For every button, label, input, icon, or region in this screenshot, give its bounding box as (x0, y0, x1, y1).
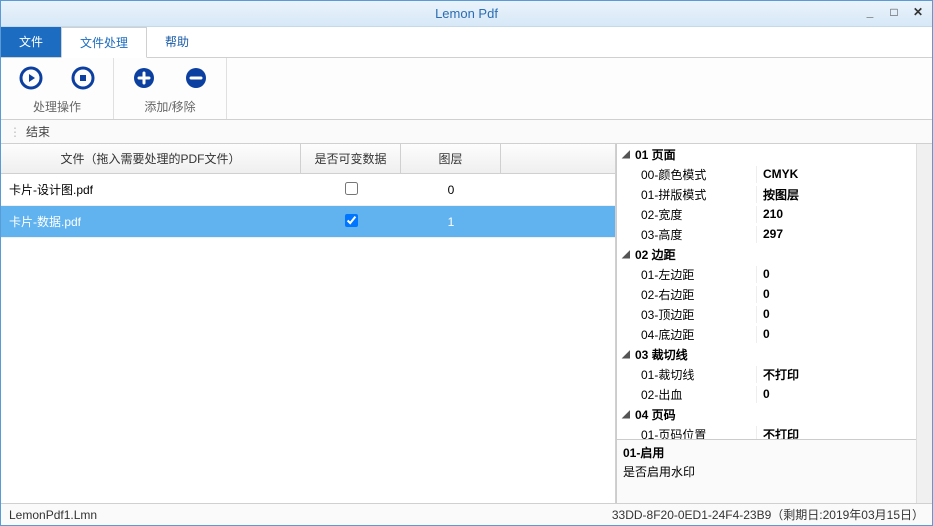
ribbon: 处理操作 添加/移除 (1, 58, 932, 120)
property-row[interactable]: 02-右边距0 (617, 284, 916, 304)
category-name: 03 裁切线 (635, 346, 688, 363)
property-value[interactable]: 0 (757, 287, 916, 301)
variable-checkbox[interactable] (345, 182, 358, 195)
property-row[interactable]: 03-顶边距0 (617, 304, 916, 324)
property-value[interactable]: CMYK (757, 167, 916, 181)
cell-variable (301, 182, 401, 198)
property-row[interactable]: 01-裁切线不打印 (617, 364, 916, 384)
category-name: 04 页码 (635, 406, 676, 423)
table-row[interactable]: 卡片-数据.pdf 1 (1, 206, 615, 238)
ribbon-label-addremove: 添加/移除 (130, 98, 210, 115)
property-row[interactable]: 04-底边距0 (617, 324, 916, 344)
tab-file-process[interactable]: 文件处理 (61, 27, 147, 58)
titlebar: Lemon Pdf _ □ ✕ (1, 1, 932, 27)
property-name: 02-宽度 (617, 206, 757, 223)
main-tabs: 文件 文件处理 帮助 (1, 27, 932, 58)
property-name: 04-底边距 (617, 326, 757, 343)
plus-icon (132, 66, 156, 90)
property-desc-text: 是否启用水印 (623, 463, 910, 480)
play-icon (19, 66, 43, 90)
property-row[interactable]: 01-页码位置不打印 (617, 424, 916, 439)
tab-help[interactable]: 帮助 (147, 27, 207, 57)
col-variable[interactable]: 是否可变数据 (301, 144, 401, 173)
table-row[interactable]: 卡片-设计图.pdf 0 (1, 174, 615, 206)
property-category[interactable]: ◢ 01 页面 (617, 144, 916, 164)
property-value[interactable]: 0 (757, 387, 916, 401)
grip-icon: ⋮ (9, 125, 20, 139)
ribbon-label-process: 处理操作 (17, 98, 97, 115)
collapse-icon[interactable]: ◢ (621, 409, 631, 420)
property-name: 01-裁切线 (617, 366, 757, 383)
minimize-button[interactable]: _ (860, 3, 880, 21)
property-row[interactable]: 01-拼版模式按图层 (617, 184, 916, 204)
property-desc-title: 01-启用 (623, 444, 910, 461)
stop-icon (71, 66, 95, 90)
window-title: Lemon Pdf (435, 6, 498, 21)
property-value[interactable]: 不打印 (757, 426, 916, 440)
stop-button[interactable] (69, 64, 97, 92)
property-name: 03-高度 (617, 226, 757, 243)
property-value[interactable]: 不打印 (757, 366, 916, 383)
cell-layers: 1 (401, 215, 501, 229)
collapse-icon[interactable]: ◢ (621, 149, 631, 160)
property-row[interactable]: 00-颜色模式CMYK (617, 164, 916, 184)
property-name: 02-出血 (617, 386, 757, 403)
property-value[interactable]: 297 (757, 227, 916, 241)
status-left: LemonPdf1.Lmn (9, 508, 97, 522)
collapse-icon[interactable]: ◢ (621, 249, 631, 260)
category-name: 01 页面 (635, 146, 676, 163)
add-button[interactable] (130, 64, 158, 92)
remove-button[interactable] (182, 64, 210, 92)
collapse-icon[interactable]: ◢ (621, 349, 631, 360)
category-name: 02 边距 (635, 246, 676, 263)
ribbon-group-process: 处理操作 (1, 58, 114, 119)
property-row[interactable]: 01-左边距0 (617, 264, 916, 284)
property-name: 02-右边距 (617, 286, 757, 303)
minus-icon (184, 66, 208, 90)
property-name: 03-顶边距 (617, 306, 757, 323)
property-description: 01-启用 是否启用水印 (617, 439, 916, 503)
maximize-button[interactable]: □ (884, 3, 904, 21)
col-layers[interactable]: 图层 (401, 144, 501, 173)
property-panel: ◢01 页面00-颜色模式CMYK01-拼版模式按图层02-宽度21003-高度… (616, 144, 916, 503)
close-button[interactable]: ✕ (908, 3, 928, 21)
col-file[interactable]: 文件（拖入需要处理的PDF文件） (1, 144, 301, 173)
cell-layers: 0 (401, 183, 501, 197)
property-value[interactable]: 按图层 (757, 186, 916, 203)
sub-toolbar: ⋮ 结束 (1, 120, 932, 144)
statusbar: LemonPdf1.Lmn 33DD-8F20-0ED1-24F4-23B9（剩… (1, 503, 932, 525)
property-row[interactable]: 02-出血0 (617, 384, 916, 404)
scrollbar[interactable] (916, 144, 932, 503)
property-name: 01-左边距 (617, 266, 757, 283)
property-category[interactable]: ◢ 02 边距 (617, 244, 916, 264)
cell-file: 卡片-设计图.pdf (1, 181, 301, 198)
property-value[interactable]: 210 (757, 207, 916, 221)
property-name: 00-颜色模式 (617, 166, 757, 183)
tab-file[interactable]: 文件 (1, 27, 61, 57)
status-right: 33DD-8F20-0ED1-24F4-23B9（剩期日:2019年03月15日… (612, 506, 924, 523)
ribbon-group-addremove: 添加/移除 (114, 58, 227, 119)
property-name: 01-页码位置 (617, 426, 757, 440)
property-category[interactable]: ◢ 03 裁切线 (617, 344, 916, 364)
property-value[interactable]: 0 (757, 307, 916, 321)
property-category[interactable]: ◢ 04 页码 (617, 404, 916, 424)
property-name: 01-拼版模式 (617, 186, 757, 203)
finish-button[interactable]: 结束 (26, 123, 50, 140)
property-row[interactable]: 03-高度297 (617, 224, 916, 244)
play-button[interactable] (17, 64, 45, 92)
file-grid: 文件（拖入需要处理的PDF文件） 是否可变数据 图层 卡片-设计图.pdf0卡片… (1, 144, 616, 503)
property-value[interactable]: 0 (757, 327, 916, 341)
grid-header: 文件（拖入需要处理的PDF文件） 是否可变数据 图层 (1, 144, 615, 174)
cell-file: 卡片-数据.pdf (1, 213, 301, 230)
property-value[interactable]: 0 (757, 267, 916, 281)
cell-variable (301, 214, 401, 230)
variable-checkbox[interactable] (345, 214, 358, 227)
property-row[interactable]: 02-宽度210 (617, 204, 916, 224)
property-grid[interactable]: ◢01 页面00-颜色模式CMYK01-拼版模式按图层02-宽度21003-高度… (617, 144, 916, 439)
